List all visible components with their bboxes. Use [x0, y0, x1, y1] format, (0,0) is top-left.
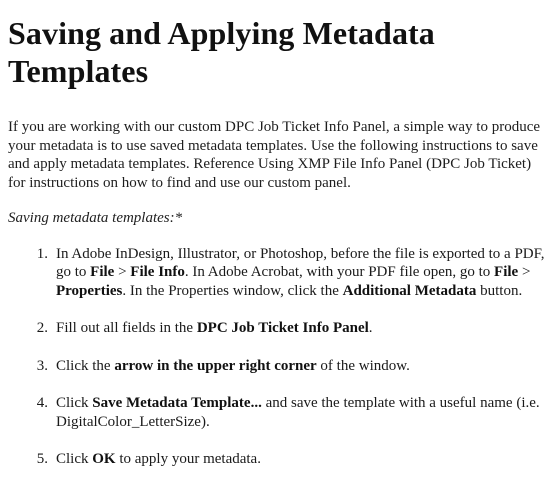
step-text: Click Save Metadata Template... and save…	[56, 394, 552, 431]
step-number: 2.	[36, 320, 48, 336]
step-text-run: of the window.	[316, 357, 410, 374]
step-text-run: Click	[56, 451, 93, 467]
menu-term-file-info: File Info	[130, 264, 185, 280]
step-number: 1.	[36, 245, 48, 262]
menu-term-save-template: Save Metadata Template...	[92, 395, 262, 411]
list-item: 1. In Adobe InDesign, Illustrator, or Ph…	[8, 245, 552, 301]
step-number: 4.	[36, 395, 48, 411]
button-term-additional-metadata: Additional Metadata	[342, 282, 477, 299]
step-number: 5.	[36, 451, 48, 467]
ui-location-term: arrow in the upper right corner	[114, 357, 317, 374]
document-page: Saving and Applying Metadata Templates I…	[0, 0, 560, 485]
button-term-ok: OK	[92, 451, 116, 467]
section-subheading: Saving metadata templates:*	[8, 210, 183, 226]
step-text-run: .	[368, 320, 373, 336]
step-text-run: . In the Properties window, click the	[122, 282, 343, 299]
step-number: 3.	[36, 357, 48, 374]
step-text-run: button.	[476, 282, 523, 299]
step-text-run: >	[518, 264, 531, 280]
menu-term-file: File	[90, 264, 115, 280]
page-title: Saving and Applying Metadata Templates	[8, 15, 435, 89]
step-text-run: . In Adobe Acrobat, with your PDF file o…	[184, 264, 495, 280]
step-text-run: >	[114, 264, 131, 280]
step-text-run: Fill out all fields in the	[56, 320, 197, 336]
step-text: In Adobe InDesign, Illustrator, or Photo…	[56, 245, 552, 301]
list-item: 4. Click Save Metadata Template... and s…	[8, 394, 552, 431]
step-text-run: Click the	[56, 357, 115, 374]
intro-paragraph: If you are working with our custom DPC J…	[8, 119, 541, 191]
list-item: 5. Click OK to apply your metadata.	[8, 450, 552, 469]
menu-term-properties: Properties	[56, 282, 123, 299]
list-item: 2. Fill out all fields in the DPC Job Ti…	[8, 319, 552, 338]
step-text: Fill out all fields in the DPC Job Ticke…	[56, 319, 552, 338]
list-item: 3. Click the arrow in the upper right co…	[8, 357, 552, 376]
panel-term: DPC Job Ticket Info Panel	[196, 320, 369, 336]
step-text: Click the arrow in the upper right corne…	[56, 357, 552, 376]
instruction-list: 1. In Adobe InDesign, Illustrator, or Ph…	[8, 245, 552, 469]
step-text-run: Click	[56, 395, 93, 411]
step-text-run: to apply your metadata.	[115, 451, 261, 467]
menu-term-file: File	[494, 264, 519, 280]
step-text: Click OK to apply your metadata.	[56, 450, 552, 469]
